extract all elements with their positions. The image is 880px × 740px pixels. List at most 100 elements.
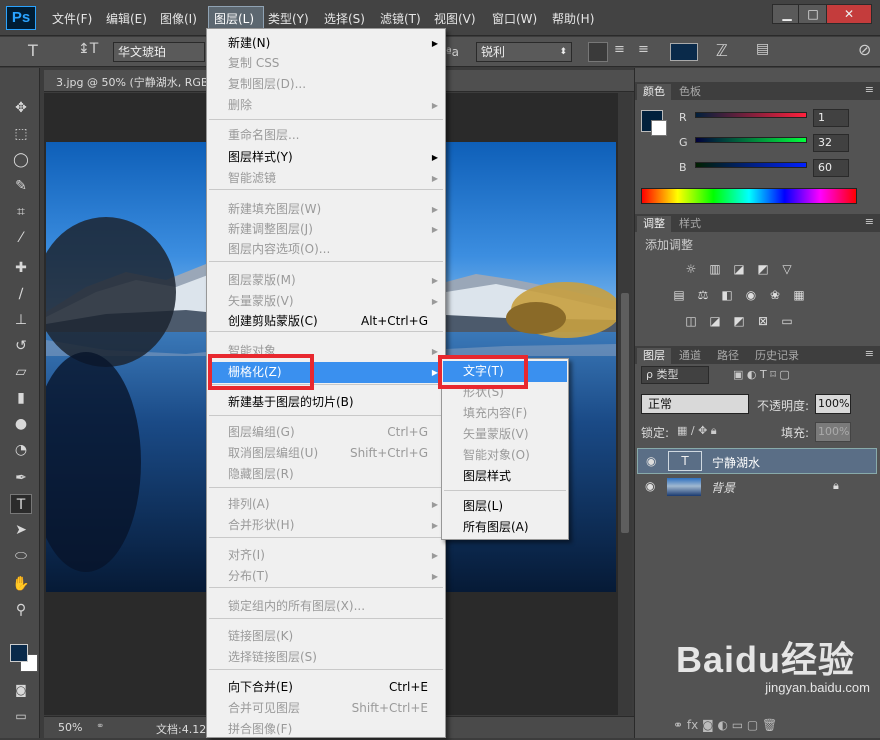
curves-icon[interactable]: ◪ bbox=[731, 262, 747, 276]
tab-channels[interactable]: 通道 bbox=[673, 348, 707, 364]
lock-icons[interactable]: ▦ ∕ ✥ 🔒︎ bbox=[677, 424, 717, 438]
menu-type[interactable]: 类型(Y) bbox=[268, 10, 309, 27]
tab-history[interactable]: 历史记录 bbox=[749, 348, 805, 364]
text-orientation-icon[interactable]: ↨T bbox=[78, 41, 98, 57]
zoom-tool-icon[interactable]: ⚲ bbox=[10, 600, 32, 620]
rasterize-menu-item[interactable]: 图层(L) bbox=[443, 496, 567, 517]
visibility-eye-icon[interactable]: ◉ bbox=[645, 479, 655, 493]
crop-tool-icon[interactable]: ⌗ bbox=[10, 202, 32, 222]
r-slider[interactable] bbox=[695, 112, 807, 118]
quick-mask-icon[interactable]: ◙ bbox=[10, 680, 32, 700]
layer-menu-item[interactable]: 图层样式(Y) ▶ bbox=[208, 147, 444, 168]
layer-footer-icons[interactable]: ⚭ fx ◙ ◐ ▭ ▢ 🗑︎ bbox=[673, 718, 777, 732]
foreground-color-swatch[interactable] bbox=[10, 644, 28, 662]
menu-edit[interactable]: 编辑(E) bbox=[106, 10, 147, 27]
layer-name[interactable]: 背景 bbox=[711, 479, 735, 496]
levels-icon[interactable]: ▥ bbox=[707, 262, 723, 276]
quick-select-tool-icon[interactable]: ✎ bbox=[10, 176, 32, 196]
gradient-tool-icon[interactable]: ▮ bbox=[10, 388, 32, 408]
menu-layer[interactable]: 图层(L) bbox=[214, 10, 254, 27]
color-lookup-icon[interactable]: ▦ bbox=[791, 288, 807, 302]
r-input[interactable]: 1 bbox=[813, 109, 849, 127]
rasterize-menu-item[interactable]: 所有图层(A) bbox=[443, 517, 567, 538]
cancel-icon[interactable]: ⊘ bbox=[858, 40, 871, 59]
path-select-tool-icon[interactable]: ➤ bbox=[10, 520, 32, 540]
filter-icons[interactable]: ▣ ◐ T ⌑ ▢ bbox=[733, 368, 790, 381]
color-spectrum[interactable] bbox=[641, 188, 857, 204]
layer-filter-select[interactable]: ρ 类型 bbox=[641, 366, 709, 384]
exposure-icon[interactable]: ◩ bbox=[755, 262, 771, 276]
zoom-level[interactable]: 50% bbox=[58, 721, 82, 734]
vibrance-icon[interactable]: ▽ bbox=[779, 262, 795, 276]
text-tool-icon[interactable]: T bbox=[28, 41, 38, 60]
tab-paths[interactable]: 路径 bbox=[711, 348, 745, 364]
document-info[interactable]: 文档:4.12 bbox=[156, 721, 206, 737]
gradient-map-icon[interactable]: ▭ bbox=[779, 314, 795, 328]
fill-input[interactable]: 100% bbox=[815, 422, 851, 442]
opacity-input[interactable]: 100% bbox=[815, 394, 851, 414]
menu-image[interactable]: 图像(I) bbox=[160, 10, 197, 27]
g-slider[interactable] bbox=[695, 137, 807, 143]
menu-file[interactable]: 文件(F) bbox=[52, 10, 92, 27]
b-slider[interactable] bbox=[695, 162, 807, 168]
rasterize-menu-item[interactable]: 图层样式 bbox=[443, 466, 567, 487]
black-white-icon[interactable]: ◧ bbox=[719, 288, 735, 302]
align-center-icon[interactable]: ≡ bbox=[614, 42, 625, 57]
panel-menu-icon[interactable]: ≡ bbox=[865, 83, 874, 96]
marquee-tool-icon[interactable]: ⬚ bbox=[10, 124, 32, 144]
close-button[interactable]: ✕ bbox=[826, 4, 872, 24]
hue-icon[interactable]: ▤ bbox=[671, 288, 687, 302]
selective-color-icon[interactable]: ⊠ bbox=[755, 314, 771, 328]
lasso-tool-icon[interactable]: ◯ bbox=[10, 150, 32, 170]
photo-filter-icon[interactable]: ◉ bbox=[743, 288, 759, 302]
layer-row-text[interactable]: ◉ T 宁静湖水 bbox=[637, 448, 877, 474]
adjust-panel-menu-icon[interactable]: ≡ bbox=[865, 215, 874, 228]
layer-row-background[interactable]: ◉ 背景 🔒︎ bbox=[637, 474, 877, 500]
blur-tool-icon[interactable]: ● bbox=[10, 414, 32, 434]
color-balance-icon[interactable]: ⚖ bbox=[695, 288, 711, 302]
history-brush-tool-icon[interactable]: ↺ bbox=[10, 336, 32, 356]
tab-color[interactable]: 颜色 bbox=[637, 84, 671, 100]
align-left-button[interactable] bbox=[588, 42, 608, 62]
color-background-swatch[interactable] bbox=[651, 120, 667, 136]
layer-menu-item[interactable]: 向下合并(E) Ctrl+E bbox=[208, 677, 444, 698]
channel-mixer-icon[interactable]: ❀ bbox=[767, 288, 783, 302]
type-tool-icon[interactable]: T bbox=[10, 494, 32, 514]
layer-menu-item[interactable]: 新建(N) ▶ bbox=[208, 33, 444, 54]
tab-styles[interactable]: 样式 bbox=[673, 216, 707, 232]
brightness-icon[interactable]: ☼ bbox=[683, 262, 699, 276]
vertical-scrollbar[interactable] bbox=[618, 93, 632, 715]
hand-tool-icon[interactable]: ✋ bbox=[10, 574, 32, 594]
screen-mode-icon[interactable]: ▭ bbox=[10, 706, 32, 726]
layer-menu-item[interactable]: 新建基于图层的切片(B) bbox=[208, 392, 444, 413]
dodge-tool-icon[interactable]: ◔ bbox=[10, 440, 32, 460]
layer-menu-item[interactable]: 创建剪贴蒙版(C) Alt+Ctrl+G bbox=[208, 311, 444, 332]
invert-icon[interactable]: ◫ bbox=[683, 314, 699, 328]
layer-name[interactable]: 宁静湖水 bbox=[712, 454, 760, 471]
menu-window[interactable]: 窗口(W) bbox=[492, 10, 537, 27]
pen-tool-icon[interactable]: ✒ bbox=[10, 468, 32, 488]
healing-tool-icon[interactable]: ✚ bbox=[10, 258, 32, 278]
tab-swatches[interactable]: 色板 bbox=[673, 84, 707, 100]
maximize-button[interactable]: □ bbox=[798, 4, 828, 24]
b-input[interactable]: 60 bbox=[813, 159, 849, 177]
brush-tool-icon[interactable]: ∕ bbox=[10, 284, 32, 304]
menu-view[interactable]: 视图(V) bbox=[434, 10, 476, 27]
character-panel-icon[interactable]: ▤ bbox=[756, 41, 769, 57]
align-right-icon[interactable]: ≡ bbox=[638, 42, 649, 57]
eyedropper-tool-icon[interactable]: ⁄ bbox=[10, 228, 32, 248]
blend-mode-select[interactable]: 正常 bbox=[641, 394, 749, 414]
antialias-select[interactable]: 锐利 ⬍ bbox=[476, 42, 572, 62]
text-color-swatch[interactable] bbox=[670, 43, 698, 61]
ellipse-tool-icon[interactable]: ⬭ bbox=[10, 546, 32, 566]
eraser-tool-icon[interactable]: ▱ bbox=[10, 362, 32, 382]
threshold-icon[interactable]: ◩ bbox=[731, 314, 747, 328]
warp-text-icon[interactable]: ℤ bbox=[716, 41, 728, 60]
menu-help[interactable]: 帮助(H) bbox=[552, 10, 594, 27]
stamp-tool-icon[interactable]: ⊥ bbox=[10, 310, 32, 330]
tab-adjustments[interactable]: 调整 bbox=[637, 216, 671, 232]
move-tool-icon[interactable]: ✥ bbox=[10, 98, 32, 118]
visibility-eye-icon[interactable]: ◉ bbox=[646, 454, 656, 468]
menu-filter[interactable]: 滤镜(T) bbox=[380, 10, 421, 27]
g-input[interactable]: 32 bbox=[813, 134, 849, 152]
